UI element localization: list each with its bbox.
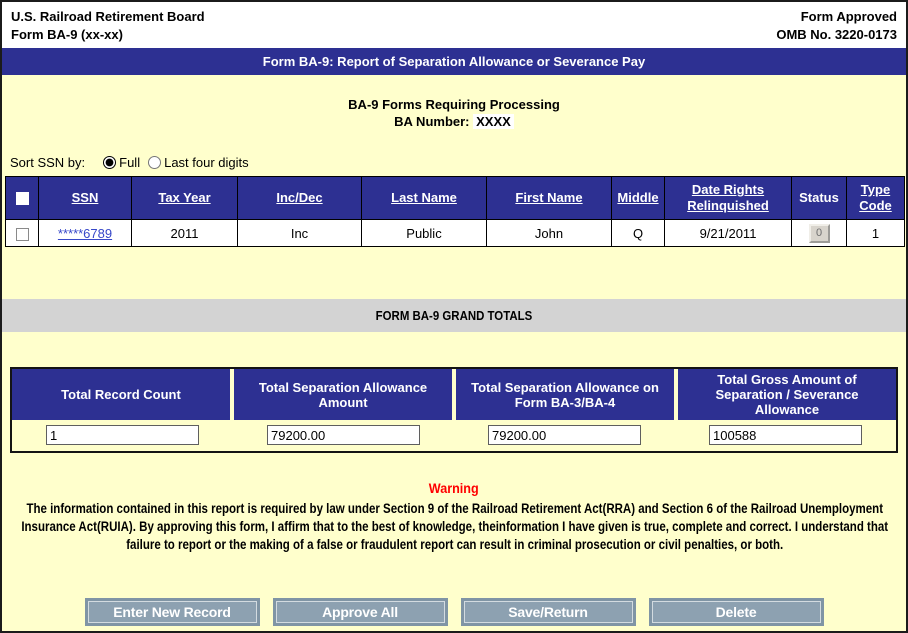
- totals-header-sep-allowance-ba3: Total Separation Allowance on Form BA-3/…: [456, 369, 674, 420]
- omb-number: OMB No. 3220-0173: [776, 27, 897, 42]
- cell-type-code: 1: [846, 219, 905, 247]
- column-header-inc-dec[interactable]: Inc/Dec: [276, 190, 322, 205]
- warning-section: Warning The information contained in thi…: [2, 480, 906, 554]
- sort-last4-label: Last four digits: [164, 155, 249, 170]
- delete-button[interactable]: Delete: [651, 601, 821, 623]
- approve-all-button[interactable]: Approve All: [275, 601, 445, 623]
- column-header-ssn[interactable]: SSN: [72, 190, 99, 205]
- enter-new-record-button[interactable]: Enter New Record: [87, 601, 257, 623]
- org-name: U.S. Railroad Retirement Board: [11, 9, 205, 24]
- total-gross-amount-input[interactable]: [709, 425, 862, 445]
- cell-first-name: John: [486, 219, 612, 247]
- subtitle-heading: BA-9 Forms Requiring Processing: [348, 97, 560, 112]
- totals-header-gross-amount: Total Gross Amount of Separation / Sever…: [678, 369, 896, 420]
- column-header-status: Status: [799, 190, 839, 205]
- row-checkbox[interactable]: [15, 227, 29, 241]
- totals-value-row: [12, 420, 896, 451]
- records-table: SSN Tax Year Inc/Dec Last Name First Nam…: [5, 176, 905, 247]
- sort-full-radio[interactable]: [103, 156, 117, 169]
- sort-last4-radio[interactable]: [148, 156, 162, 169]
- cell-date-rights: 9/21/2011: [664, 219, 792, 247]
- total-sep-allowance-input[interactable]: [267, 425, 420, 445]
- warning-body: The information contained in this report…: [21, 501, 889, 552]
- page-title: Form BA-9: Report of Separation Allowanc…: [2, 48, 906, 75]
- ba-number-value: XXXX: [473, 114, 514, 129]
- column-header-date-rights[interactable]: Date Rights Relinquished: [687, 182, 769, 213]
- sort-full-label: Full: [119, 155, 141, 170]
- total-sep-allowance-ba3-input[interactable]: [488, 425, 641, 445]
- sort-controls: Sort SSN by: Full Last four digits: [10, 155, 906, 170]
- table-row: *****6789 2011 Inc Public John Q 9/21/20…: [5, 219, 905, 247]
- select-all-checkbox[interactable]: [15, 192, 29, 206]
- grand-totals-label: FORM BA-9 GRAND TOTALS: [375, 308, 533, 323]
- column-header-last-name[interactable]: Last Name: [391, 190, 457, 205]
- column-header-tax-year[interactable]: Tax Year: [158, 190, 210, 205]
- ssn-link[interactable]: *****6789: [58, 226, 112, 241]
- column-header-middle[interactable]: Middle: [617, 190, 658, 205]
- totals-header-sep-allowance: Total Separation Allowance Amount: [234, 369, 452, 420]
- form-id: Form BA-9 (xx-xx): [11, 27, 123, 42]
- column-header-type-code[interactable]: Type Code: [859, 182, 892, 213]
- cell-inc-dec: Inc: [237, 219, 362, 247]
- save-return-button[interactable]: Save/Return: [463, 601, 633, 623]
- column-header-first-name[interactable]: First Name: [515, 190, 582, 205]
- totals-table: Total Record Count Total Separation Allo…: [10, 367, 898, 453]
- cell-tax-year: 2011: [131, 219, 238, 247]
- form-ba9-page: U.S. Railroad Retirement Board Form BA-9…: [0, 0, 908, 633]
- sort-label: Sort SSN by:: [10, 155, 86, 170]
- totals-header-record-count: Total Record Count: [12, 369, 230, 420]
- status-button[interactable]: 0: [808, 223, 830, 243]
- records-header-row: SSN Tax Year Inc/Dec Last Name First Nam…: [5, 176, 905, 220]
- cell-last-name: Public: [361, 219, 487, 247]
- ba-number-label: BA Number:: [394, 114, 470, 129]
- subtitle-block: BA-9 Forms Requiring Processing BA Numbe…: [2, 96, 906, 130]
- grand-totals-bar: FORM BA-9 GRAND TOTALS: [2, 299, 906, 332]
- page-header: U.S. Railroad Retirement Board Form BA-9…: [2, 2, 906, 48]
- warning-title: Warning: [429, 480, 479, 496]
- totals-header-row: Total Record Count Total Separation Allo…: [12, 369, 896, 420]
- total-record-count-input[interactable]: [46, 425, 199, 445]
- form-approved-label: Form Approved: [800, 9, 897, 24]
- cell-middle: Q: [611, 219, 665, 247]
- action-button-row: Enter New Record Approve All Save/Return…: [2, 598, 906, 626]
